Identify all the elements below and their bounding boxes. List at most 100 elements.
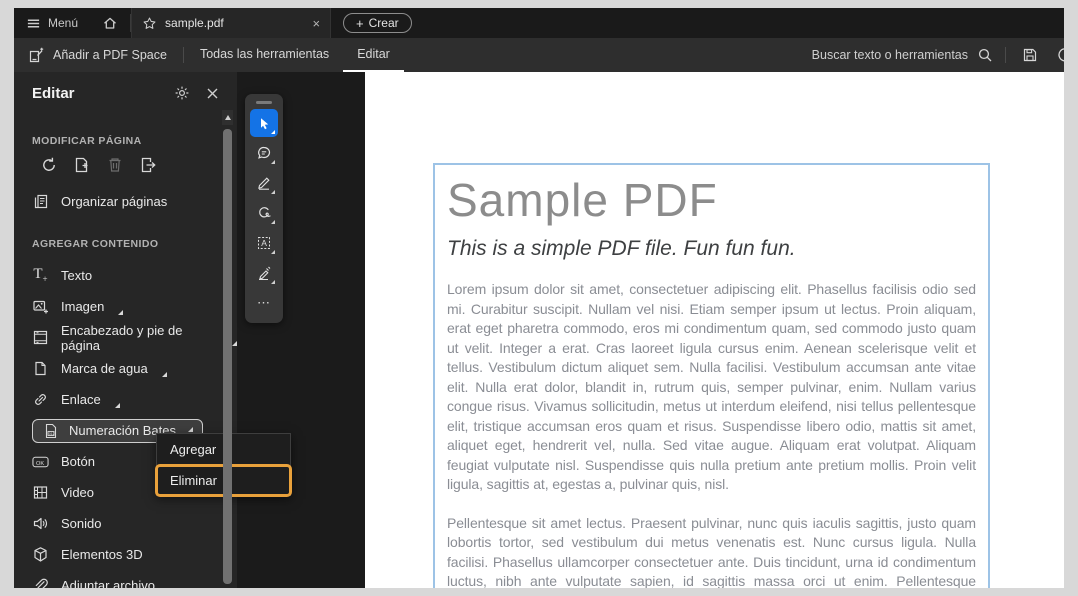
create-button[interactable]: + Crear <box>343 13 412 33</box>
submenu-corner-icon <box>114 403 120 408</box>
sidebar-item-label: Encabezado y pie de página <box>61 322 183 353</box>
close-tab-icon[interactable]: × <box>312 17 320 30</box>
document-paragraph-2: Pellentesque sit amet lectus. Praesent p… <box>447 514 976 589</box>
sidebar-item-sonido[interactable]: Sonido <box>14 508 237 539</box>
sidebar-item-label: Imagen <box>61 299 105 314</box>
button-ok-icon: OK <box>32 455 49 469</box>
add-to-pdf-space-icon <box>28 47 45 64</box>
sidebar-item-elementos-3d[interactable]: Elementos 3D <box>14 539 237 570</box>
lasso-icon <box>256 205 272 221</box>
submenu-corner-icon <box>187 426 193 432</box>
scrollbar-up-arrow[interactable] <box>222 110 233 125</box>
cube-3d-icon <box>32 546 49 563</box>
submenu-corner-icon <box>161 372 167 377</box>
sidebar-item-texto[interactable]: T+ Texto <box>14 260 237 291</box>
selected-text-block[interactable]: Sample PDF This is a simple PDF file. Fu… <box>433 163 990 588</box>
document-title: Sample PDF <box>447 174 718 226</box>
tab-all-tools[interactable]: Todas las herramientas <box>186 38 343 72</box>
save-button[interactable] <box>1008 38 1052 72</box>
acrobat-window: Menú sample.pdf × + Crear Añadir a PDF S… <box>14 8 1064 588</box>
document-paragraph-1: Lorem ipsum dolor sit amet, consectetuer… <box>447 281 976 492</box>
draw-tool-button[interactable] <box>250 169 278 197</box>
main-toolbar: Añadir a PDF Space Todas las herramienta… <box>14 38 1064 72</box>
image-icon <box>32 298 49 315</box>
text-icon: T+ <box>33 266 48 284</box>
menu-button[interactable]: Menú <box>14 8 90 38</box>
edit-tab-label: Editar <box>357 47 390 61</box>
pencil-icon <box>256 175 272 191</box>
sidebar-item-encabezado[interactable]: Encabezado y pie de página <box>14 322 237 353</box>
organize-pages-icon <box>32 193 49 210</box>
tab-bar: Menú sample.pdf × + Crear <box>14 8 1064 38</box>
search-button[interactable]: Buscar texto o herramientas <box>802 38 1003 72</box>
close-sidebar-icon[interactable] <box>206 87 219 100</box>
sidebar-item-label: Adjuntar archivo <box>61 578 155 588</box>
bates-numbering-icon: 012 <box>42 423 59 439</box>
clipped-edge-button[interactable] <box>1052 38 1064 72</box>
organize-pages-button[interactable]: Organizar páginas <box>14 186 237 216</box>
select-tool-button[interactable] <box>250 109 278 137</box>
clipped-edge-icon <box>1056 46 1064 64</box>
submenu-corner-icon <box>118 310 124 315</box>
more-tools-button[interactable]: ⋯ <box>250 289 278 317</box>
sidebar-header: Editar <box>14 72 237 114</box>
text-box-icon: A <box>256 235 272 251</box>
scrollbar-thumb[interactable] <box>223 129 232 584</box>
toolbar-drag-handle[interactable] <box>256 101 272 104</box>
more-dots-icon: ⋯ <box>257 295 271 310</box>
section-add-content: AGREGAR CONTENIDO <box>32 238 159 250</box>
sidebar-item-label: Elementos 3D <box>61 547 143 562</box>
add-to-pdf-space-label: Añadir a PDF Space <box>53 48 167 62</box>
hamburger-icon <box>26 16 41 31</box>
tab-edit[interactable]: Editar <box>343 38 404 72</box>
sidebar-item-enlace[interactable]: Enlace <box>14 384 237 415</box>
settings-gear-icon[interactable] <box>174 85 190 101</box>
sidebar-item-imagen[interactable]: Imagen <box>14 291 237 322</box>
save-icon <box>1022 47 1038 63</box>
sidebar-scrollbar[interactable] <box>222 110 233 588</box>
header-footer-icon <box>32 329 49 346</box>
sidebar-item-label: Video <box>61 485 95 500</box>
link-icon <box>32 391 49 408</box>
svg-text:A: A <box>261 238 267 248</box>
cursor-arrow-icon <box>257 116 272 131</box>
sidebar-item-label: Sonido <box>61 516 102 531</box>
document-tab-title: sample.pdf <box>165 16 224 30</box>
add-to-pdf-space-button[interactable]: Añadir a PDF Space <box>14 38 181 72</box>
svg-text:OK: OK <box>36 460 44 466</box>
comment-icon <box>256 145 272 161</box>
comment-tool-button[interactable] <box>250 139 278 167</box>
video-icon <box>32 484 49 501</box>
document-subtitle: This is a simple PDF file. Fun fun fun. <box>447 237 796 260</box>
floating-toolbar: A ⋯ <box>245 94 283 323</box>
sidebar-item-label: Texto <box>61 268 93 283</box>
star-icon[interactable] <box>142 16 157 31</box>
svg-text:012: 012 <box>48 431 54 435</box>
toolbar-separator <box>1005 47 1006 63</box>
rotate-page-icon[interactable] <box>40 156 58 174</box>
pdf-page: Sample PDF This is a simple PDF file. Fu… <box>365 72 1064 588</box>
plus-icon: + <box>356 15 364 31</box>
home-icon <box>102 15 118 31</box>
sidebar-item-marca-de-agua[interactable]: Marca de agua <box>14 353 237 384</box>
sidebar-item-label: Enlace <box>61 392 101 407</box>
document-tab[interactable]: sample.pdf × <box>131 8 332 38</box>
erase-pen-icon <box>256 265 272 281</box>
home-button[interactable] <box>90 8 130 38</box>
sidebar-item-adjuntar-archivo[interactable]: Adjuntar archivo <box>14 570 237 588</box>
edit-sidebar: Editar MODIFICAR PÁGINA Organizar página… <box>14 72 237 588</box>
erase-tool-button[interactable] <box>250 259 278 287</box>
toolbar-separator <box>182 47 184 63</box>
insert-page-icon[interactable] <box>73 156 91 174</box>
sound-icon <box>32 515 49 532</box>
extract-page-icon[interactable] <box>139 156 157 174</box>
toolbar-right-group: Buscar texto o herramientas <box>802 38 1064 72</box>
lasso-tool-button[interactable] <box>250 199 278 227</box>
organize-pages-label: Organizar páginas <box>61 193 168 209</box>
create-label: Crear <box>368 16 399 30</box>
menu-label: Menú <box>48 16 79 30</box>
sidebar-item-label: Botón <box>61 454 95 469</box>
search-label: Buscar texto o herramientas <box>811 48 968 62</box>
delete-page-icon <box>106 156 124 174</box>
text-box-tool-button[interactable]: A <box>250 229 278 257</box>
